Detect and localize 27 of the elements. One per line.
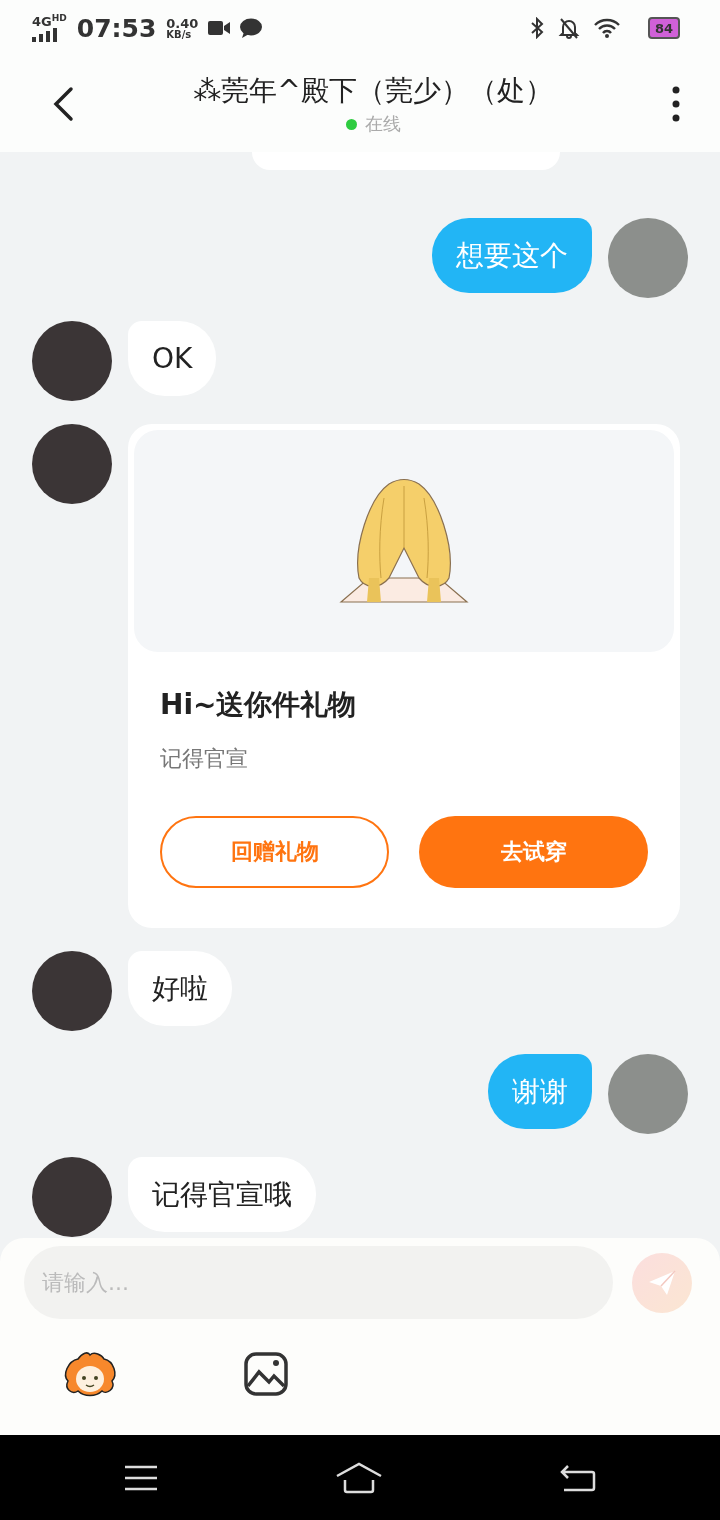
chat-title: ⁂莞年^殿下（莞少）（处） [193, 73, 553, 109]
more-icon[interactable] [672, 86, 680, 122]
gift-action-button[interactable]: 去试穿 [419, 816, 648, 888]
back-icon[interactable] [52, 86, 74, 122]
message-bubble: 想要这个 [432, 218, 592, 293]
gift-title: Hi~送你件礼物 [160, 687, 358, 723]
menu-icon[interactable] [124, 1464, 158, 1491]
network-speed: 0.40 [166, 16, 199, 30]
bluetooth-icon [530, 17, 544, 39]
chat-bubble-icon [240, 18, 263, 38]
home-icon[interactable] [335, 1461, 383, 1494]
image-icon[interactable] [244, 1352, 288, 1396]
video-camera-icon [208, 20, 231, 36]
mascot-sticker-icon[interactable] [62, 1351, 118, 1397]
wifi-icon [594, 18, 620, 38]
network-speed-unit: KB/s [166, 29, 193, 40]
back-nav-icon[interactable] [560, 1463, 596, 1492]
battery-icon: 84 [648, 17, 680, 39]
message-bubble: 好啦 [128, 951, 232, 1026]
message-bubble: OK [128, 321, 217, 396]
message-bubble: 记得官宣哦 [128, 1157, 316, 1232]
presence-status: 在线 [364, 112, 401, 136]
status-time: 07:53 [76, 13, 157, 43]
gift-subtitle: 记得官宣 [160, 745, 249, 773]
message-bubble: 谢谢 [488, 1054, 592, 1129]
muted-bell-icon [558, 17, 580, 39]
gift-action-button[interactable]: 回赠礼物 [160, 816, 389, 888]
